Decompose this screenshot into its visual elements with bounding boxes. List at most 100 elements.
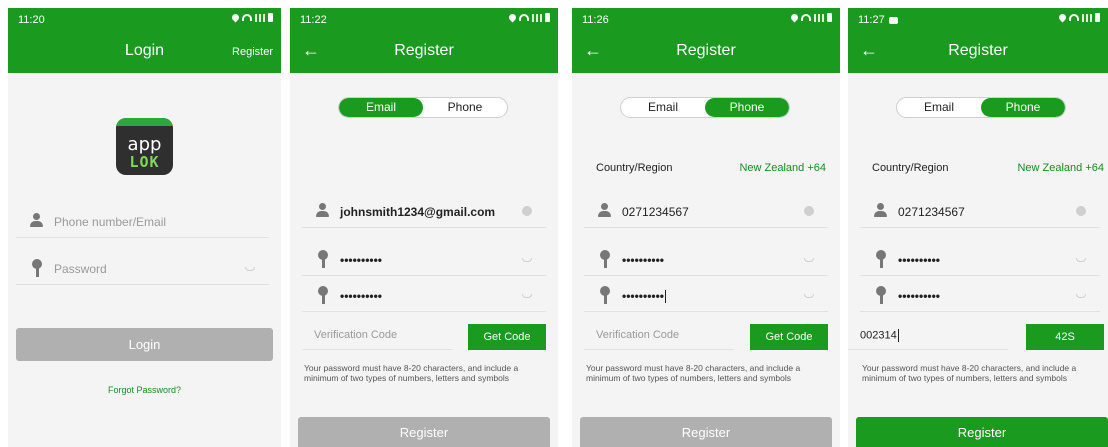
- tab-phone[interactable]: Phone: [705, 98, 789, 117]
- confirm-password-field[interactable]: ••••••••••: [302, 278, 546, 312]
- key-icon: [317, 250, 329, 268]
- user-icon: [316, 203, 329, 218]
- tab-email[interactable]: Email: [621, 98, 705, 117]
- register-button[interactable]: Register: [856, 417, 1108, 447]
- phone-value: 0271234567: [898, 205, 965, 219]
- app-bar: 11:20 Login Register: [8, 8, 281, 73]
- page-title: Register: [394, 42, 454, 59]
- region-value: New Zealand +64: [1017, 162, 1104, 174]
- key-icon: [599, 286, 611, 304]
- email-field[interactable]: johnsmith1234@gmail.com: [302, 194, 546, 228]
- status-time: 11:22: [300, 14, 327, 26]
- status-time: 11:20: [18, 14, 45, 26]
- show-password-icon[interactable]: [1076, 258, 1086, 262]
- key-icon: [31, 259, 43, 277]
- confirm-password-value: ••••••••••: [622, 289, 667, 304]
- applok-logo: app LOK: [116, 118, 173, 175]
- show-password-icon[interactable]: [245, 267, 255, 271]
- tab-phone[interactable]: Phone: [981, 98, 1065, 117]
- status-bar: 11:20: [8, 8, 281, 28]
- clear-icon[interactable]: [804, 206, 814, 216]
- region-label: Country/Region: [872, 162, 949, 174]
- logo-text-app: app: [127, 134, 162, 155]
- battery-icon: [1095, 13, 1100, 22]
- email-phone-toggle: Email Phone: [896, 97, 1066, 118]
- system-icons: [789, 12, 832, 23]
- login-screen: 11:20 Login Register app LOK Phone numbe…: [8, 8, 281, 447]
- key-icon: [875, 286, 887, 304]
- signal-icon: [532, 13, 542, 22]
- page-title: Register: [948, 42, 1008, 59]
- tab-email[interactable]: Email: [339, 98, 423, 117]
- verification-code-field[interactable]: Verification Code: [584, 320, 734, 350]
- verification-code-field[interactable]: 002314: [848, 320, 1008, 350]
- register-phone-code-screen: 11:27 ← Register Email Phone Country/Reg…: [848, 8, 1108, 447]
- clear-icon[interactable]: [1076, 206, 1086, 216]
- status-time-text: 11:27: [858, 14, 885, 26]
- password-field[interactable]: ••••••••••: [584, 242, 828, 276]
- password-field[interactable]: ••••••••••: [302, 242, 546, 276]
- forgot-password-link[interactable]: Forgot Password?: [8, 385, 281, 395]
- system-icons: [230, 12, 273, 23]
- key-icon: [599, 250, 611, 268]
- status-bar: 11:27: [848, 8, 1108, 28]
- password-hint: Your password must have 8-20 characters,…: [304, 363, 519, 383]
- phone-field[interactable]: 0271234567: [860, 194, 1100, 228]
- verification-code-field[interactable]: Verification Code: [302, 320, 452, 350]
- status-bar: 11:22: [290, 8, 558, 28]
- identifier-placeholder: Phone number/Email: [54, 215, 167, 229]
- battery-icon: [545, 13, 550, 22]
- location-icon: [1057, 12, 1068, 23]
- user-icon: [598, 203, 611, 218]
- login-button[interactable]: Login: [16, 328, 273, 361]
- password-hint: Your password must have 8-20 characters,…: [586, 363, 801, 383]
- region-label: Country/Region: [596, 162, 673, 174]
- signal-icon: [814, 13, 824, 22]
- get-code-button[interactable]: Get Code: [750, 324, 828, 350]
- get-code-button[interactable]: Get Code: [468, 324, 546, 350]
- show-password-icon[interactable]: [1076, 294, 1086, 298]
- password-hint: Your password must have 8-20 characters,…: [862, 363, 1077, 383]
- logo-stripe: [116, 118, 173, 126]
- show-password-icon[interactable]: [804, 258, 814, 262]
- status-bar: 11:26: [572, 8, 840, 28]
- password-value: ••••••••••: [340, 253, 383, 267]
- confirm-password-field[interactable]: ••••••••••: [860, 278, 1100, 312]
- tab-email[interactable]: Email: [897, 98, 981, 117]
- wifi-icon: [801, 14, 811, 21]
- clear-icon[interactable]: [522, 206, 532, 216]
- countdown-button: 42S: [1026, 324, 1104, 350]
- show-password-icon[interactable]: [522, 258, 532, 262]
- register-button[interactable]: Register: [298, 417, 550, 447]
- wifi-icon: [242, 14, 252, 21]
- email-phone-toggle: Email Phone: [620, 97, 790, 118]
- confirm-password-field[interactable]: ••••••••••: [584, 278, 828, 312]
- identifier-field[interactable]: Phone number/Email: [16, 204, 269, 238]
- signal-icon: [255, 13, 265, 22]
- message-icon: [888, 16, 898, 24]
- confirm-password-value: ••••••••••: [340, 289, 383, 303]
- password-field[interactable]: ••••••••••: [860, 242, 1100, 276]
- system-icons: [507, 12, 550, 23]
- app-bar: 11:26 ← Register: [572, 8, 840, 73]
- password-field[interactable]: Password: [16, 251, 269, 285]
- verification-value: 002314: [860, 329, 899, 342]
- confirm-password-value: ••••••••••: [898, 289, 941, 303]
- show-password-icon[interactable]: [804, 294, 814, 298]
- register-email-screen: 11:22 ← Register Email Phone johnsmith12…: [290, 8, 558, 447]
- status-time: 11:27: [858, 14, 898, 26]
- show-password-icon[interactable]: [522, 294, 532, 298]
- key-icon: [875, 250, 887, 268]
- phone-field[interactable]: 0271234567: [584, 194, 828, 228]
- register-link[interactable]: Register: [232, 46, 273, 58]
- country-region-row[interactable]: Country/Region New Zealand +64: [572, 158, 840, 178]
- register-phone-screen: 11:26 ← Register Email Phone Country/Reg…: [572, 8, 840, 447]
- country-region-row[interactable]: Country/Region New Zealand +64: [848, 158, 1108, 178]
- text-cursor: [897, 329, 899, 342]
- register-button[interactable]: Register: [580, 417, 832, 447]
- system-icons: [1057, 12, 1100, 23]
- verification-value-text: 002314: [860, 329, 897, 342]
- app-bar: 11:27 ← Register: [848, 8, 1108, 73]
- tab-phone[interactable]: Phone: [423, 98, 507, 117]
- verification-placeholder: Verification Code: [314, 329, 398, 341]
